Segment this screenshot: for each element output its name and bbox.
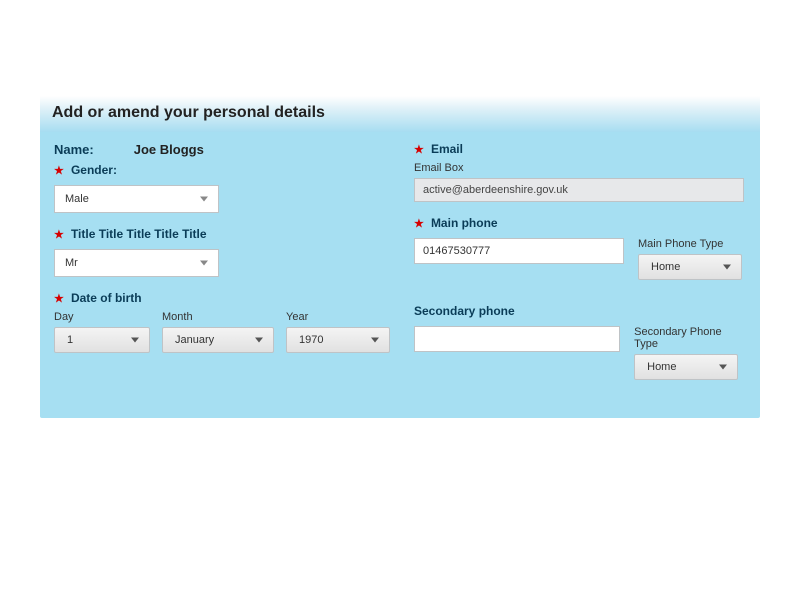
required-icon: ★: [54, 229, 68, 241]
secondary-phone-type-select[interactable]: Home: [634, 354, 738, 380]
dob-year-select[interactable]: 1970: [286, 327, 390, 353]
right-column: ★ Email Email Box active@aberdeenshire.g…: [414, 142, 746, 394]
required-icon: ★: [54, 293, 68, 305]
gender-select[interactable]: Male: [54, 185, 219, 213]
email-box-label: Email Box: [414, 162, 464, 174]
chevron-down-icon: [371, 338, 379, 343]
secondary-phone-input[interactable]: [414, 326, 620, 352]
dob-month-select[interactable]: January: [162, 327, 274, 353]
panel-title: Add or amend your personal details: [40, 96, 760, 132]
main-phone-type-value: Home: [651, 261, 680, 273]
dob-month-value: January: [175, 334, 214, 346]
left-column: Name: Joe Bloggs ★ Gender: Male ★ Title …: [54, 142, 390, 394]
name-value: Joe Bloggs: [134, 142, 204, 157]
main-phone-field: ★ Main phone Main Phone Type Home: [414, 216, 746, 280]
secondary-phone-field: Secondary phone Secondary Phone Type Hom…: [414, 304, 746, 380]
chevron-down-icon: [200, 197, 208, 202]
dob-day-label: Day: [54, 311, 150, 323]
title-label: Title Title Title Title Title: [71, 227, 207, 241]
dob-field: ★ Date of birth Day Month Year 1 January: [54, 291, 390, 353]
gender-label: Gender:: [71, 163, 117, 177]
email-value: active@aberdeenshire.gov.uk: [423, 184, 568, 196]
gender-field: ★ Gender: Male: [54, 163, 390, 213]
dob-day-value: 1: [67, 334, 73, 346]
main-phone-label: Main phone: [431, 216, 498, 230]
main-phone-input[interactable]: [414, 238, 624, 264]
dob-day-select[interactable]: 1: [54, 327, 150, 353]
email-input[interactable]: active@aberdeenshire.gov.uk: [414, 178, 744, 202]
main-phone-type-label: Main Phone Type: [638, 238, 742, 250]
dob-month-label: Month: [162, 311, 274, 323]
dob-year-value: 1970: [299, 334, 323, 346]
chevron-down-icon: [719, 365, 727, 370]
secondary-phone-type-label: Secondary Phone Type: [634, 326, 746, 350]
name-row: Name: Joe Bloggs: [54, 142, 390, 157]
gender-select-value: Male: [65, 193, 89, 205]
secondary-phone-label: Secondary phone: [414, 304, 515, 318]
required-icon: ★: [414, 218, 428, 230]
email-label: Email: [431, 142, 463, 156]
email-field: ★ Email Email Box active@aberdeenshire.g…: [414, 142, 746, 202]
chevron-down-icon: [131, 338, 139, 343]
main-phone-type-select[interactable]: Home: [638, 254, 742, 280]
dob-label: Date of birth: [71, 291, 142, 305]
required-icon: ★: [414, 144, 428, 156]
required-icon: ★: [54, 165, 68, 177]
name-label: Name:: [54, 142, 94, 157]
chevron-down-icon: [200, 261, 208, 266]
title-select[interactable]: Mr: [54, 249, 219, 277]
title-select-value: Mr: [65, 257, 78, 269]
secondary-phone-type-value: Home: [647, 361, 676, 373]
panel-body: Name: Joe Bloggs ★ Gender: Male ★ Title …: [40, 132, 760, 398]
title-field: ★ Title Title Title Title Title Mr: [54, 227, 390, 277]
dob-year-label: Year: [286, 311, 390, 323]
chevron-down-icon: [723, 265, 731, 270]
chevron-down-icon: [255, 338, 263, 343]
personal-details-panel: Add or amend your personal details Name:…: [40, 96, 760, 418]
